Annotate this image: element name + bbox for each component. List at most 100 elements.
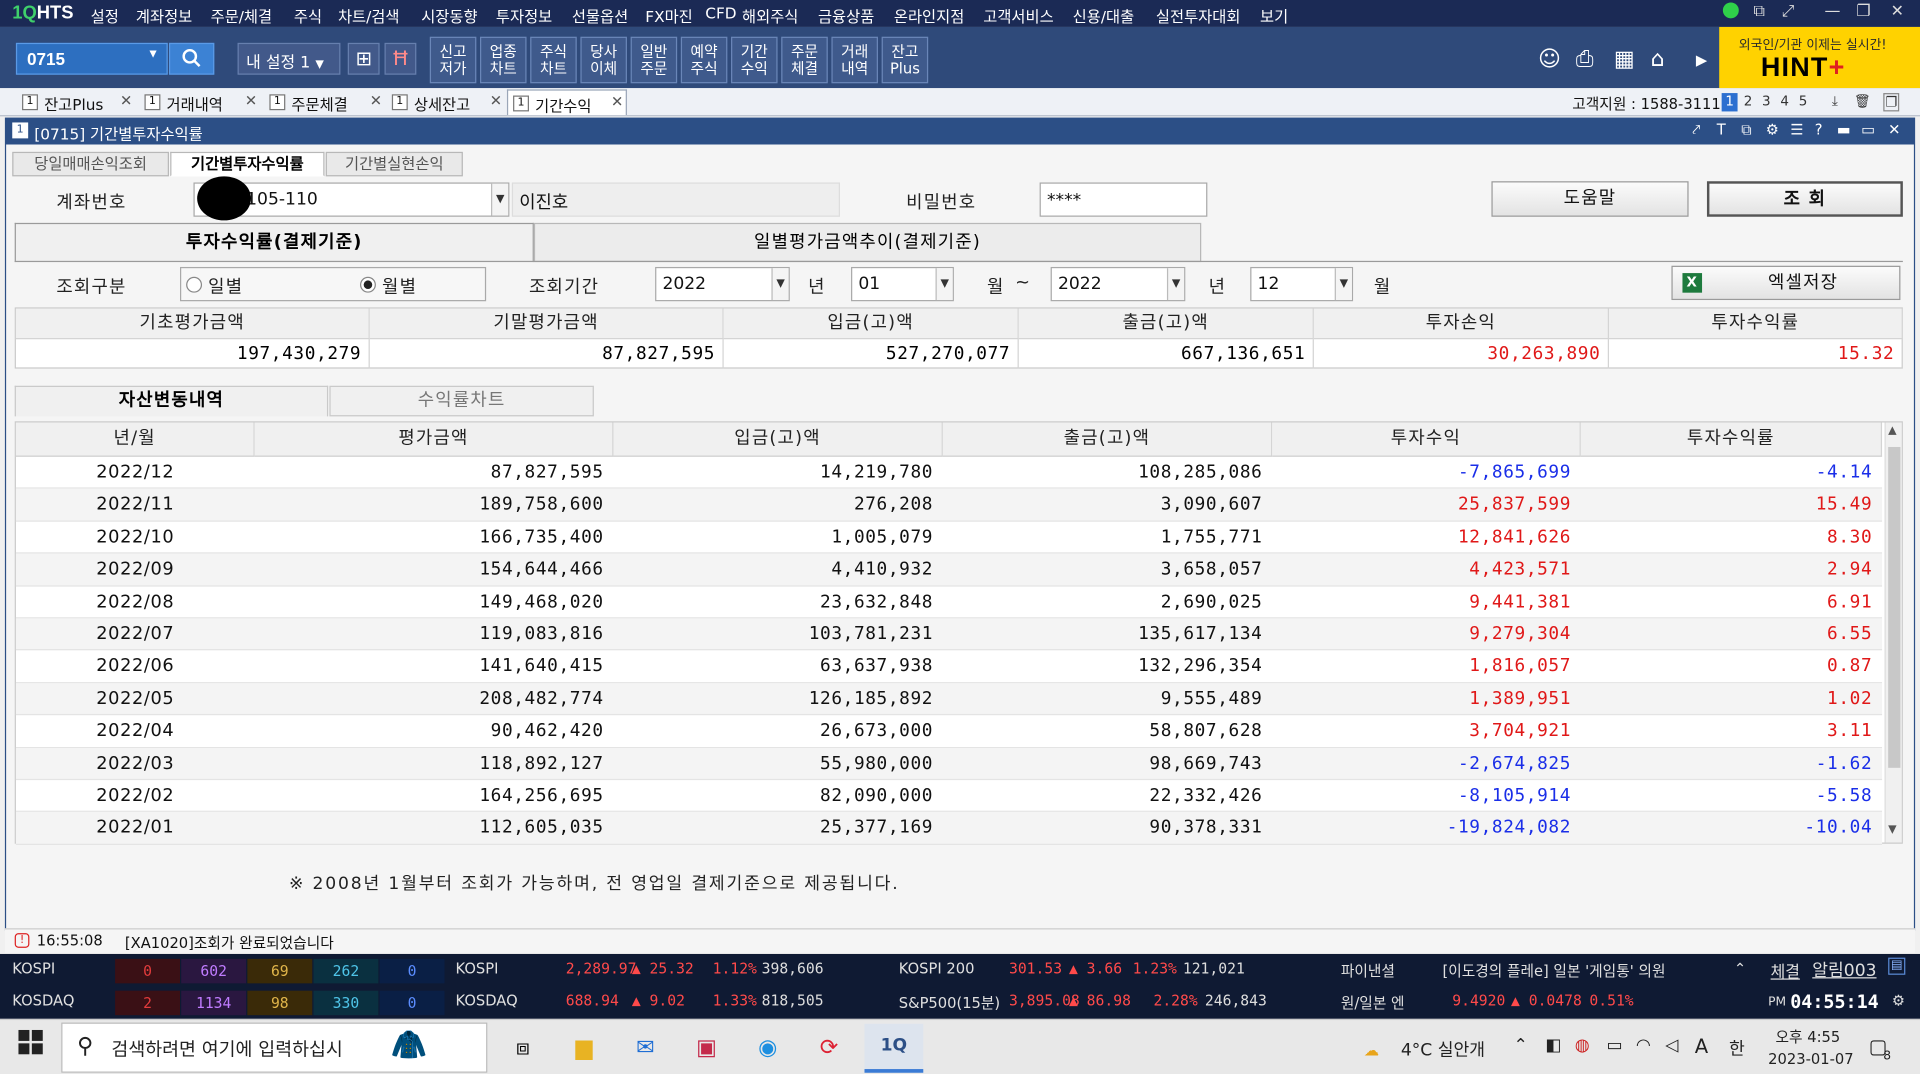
toolbar-shortcut-button[interactable]: 잔고 Plus: [881, 36, 929, 84]
trash-icon[interactable]: 🗑: [1854, 93, 1871, 111]
menu-item[interactable]: 차트/검색: [338, 4, 399, 27]
document-tab[interactable]: 1 기간수익 ✕: [506, 89, 627, 116]
wifi-icon[interactable]: ◠: [1636, 1036, 1651, 1056]
menu-item[interactable]: 온라인지점: [894, 4, 964, 27]
tab-period-return[interactable]: 기간별투자수익률: [170, 151, 325, 177]
restore-icon[interactable]: ⧉: [1753, 2, 1764, 20]
close-icon[interactable]: ✕: [1891, 2, 1904, 20]
table-row[interactable]: 2022/11 189,758,600 276,208 3,090,607 25,837…: [15, 489, 1883, 522]
from-year-select[interactable]: 2022 ▼: [655, 266, 790, 302]
menu-item[interactable]: CFD: [705, 4, 736, 22]
calculator-icon[interactable]: ▦: [1614, 47, 1635, 73]
table-row[interactable]: 2022/06 141,640,415 63,637,938 132,296,354 1…: [15, 651, 1883, 684]
workspace-page-2[interactable]: 2: [1740, 93, 1756, 111]
workspace-page-1[interactable]: 1: [1721, 93, 1738, 112]
table-row[interactable]: 2022/08 149,468,020 23,632,848 2,690,025 9,4…: [15, 586, 1883, 619]
workspace-page-5[interactable]: 5: [1795, 93, 1811, 111]
link-icon[interactable]: ⤤: [1692, 121, 1700, 139]
toolbar-shortcut-button[interactable]: 주식 차트: [530, 36, 577, 84]
tab-return-chart[interactable]: 수익률차트: [329, 385, 594, 417]
from-month-select[interactable]: 01 ▼: [851, 266, 954, 302]
menu-item[interactable]: 주문/체결: [211, 4, 272, 27]
news-headline[interactable]: [이도경의 플레e] 일본 '게임통' 의원: [1442, 960, 1665, 981]
hint-plus-banner[interactable]: 외국인/기관 이제는 실시간! HINT+: [1719, 26, 1920, 89]
character-icon[interactable]: ☺: [1538, 47, 1561, 73]
layout-icon[interactable]: Ħ: [384, 42, 417, 75]
window-maximize-icon[interactable]: ▭: [1861, 121, 1875, 138]
to-year-select[interactable]: 2022 ▼: [1050, 266, 1186, 302]
font-icon[interactable]: A: [1695, 1035, 1708, 1058]
app-red-icon[interactable]: ▣: [688, 1030, 725, 1067]
security-icon[interactable]: ◍: [1575, 1036, 1590, 1056]
mail-icon[interactable]: ✉: [627, 1030, 664, 1067]
menu-item[interactable]: 주식: [294, 4, 322, 27]
copy-icon[interactable]: ⧉: [1741, 121, 1752, 139]
home-icon[interactable]: ⌂: [1651, 47, 1665, 73]
document-tab[interactable]: 1 주문체결 ✕: [264, 89, 386, 115]
table-header[interactable]: 투자수익: [1272, 422, 1581, 457]
task-view-icon[interactable]: ⧈: [504, 1030, 541, 1067]
table-row[interactable]: 2022/05 208,482,774 126,185,892 9,555,489 1,…: [15, 683, 1883, 716]
file-explorer-icon[interactable]: ▆: [566, 1030, 603, 1067]
menu-item[interactable]: 선물옵션: [572, 4, 628, 27]
toolbar-shortcut-button[interactable]: 주문 체결: [781, 36, 828, 84]
close-tab-icon[interactable]: ✕: [490, 92, 502, 109]
screen-number-select[interactable]: 0715 ▼: [15, 42, 168, 75]
expand-icon[interactable]: ⤢: [1782, 2, 1795, 20]
text-icon[interactable]: T: [1717, 121, 1726, 138]
edge-browser-icon[interactable]: ◉: [749, 1030, 786, 1067]
close-tab-icon[interactable]: ✕: [120, 92, 132, 109]
table-header[interactable]: 투자수익률: [1580, 422, 1883, 457]
print-icon[interactable]: ⎙: [1576, 47, 1594, 73]
toolbar-shortcut-button[interactable]: 예약 주식: [680, 36, 728, 84]
radio-monthly[interactable]: [360, 276, 376, 293]
toolbar-shortcut-button[interactable]: 기간 수익: [731, 36, 778, 84]
to-month-select[interactable]: 12 ▼: [1250, 266, 1354, 302]
menu-item[interactable]: 신용/대출: [1073, 4, 1134, 27]
menu-item[interactable]: 계좌정보: [136, 4, 192, 27]
tab-period-realized-pl[interactable]: 기간별실현손익: [325, 151, 463, 177]
menu-item[interactable]: FX마진: [645, 4, 692, 27]
account-number-select[interactable]: 105-110 ▼: [193, 176, 510, 221]
close-tab-icon[interactable]: ✕: [611, 93, 623, 110]
network-icon[interactable]: ◧: [1545, 1036, 1561, 1056]
password-field[interactable]: ****: [1039, 182, 1208, 217]
workspace-page-3[interactable]: 3: [1758, 93, 1774, 111]
toolbar-shortcut-button[interactable]: 일반 주문: [630, 36, 678, 84]
add-window-icon[interactable]: ⊞: [347, 42, 380, 75]
scroll-up-icon[interactable]: ▲: [1888, 425, 1896, 437]
sync-app-icon[interactable]: ⟳: [811, 1030, 848, 1067]
scroll-thumb[interactable]: [1888, 446, 1901, 768]
help-button[interactable]: 도움말: [1491, 181, 1689, 217]
menu-item[interactable]: 해외주식: [742, 4, 798, 27]
table-row[interactable]: 2022/01 112,605,035 25,377,169 90,378,331 -1…: [15, 812, 1883, 845]
toolbar-shortcut-button[interactable]: 당사 이체: [580, 36, 627, 84]
workspace-page-4[interactable]: 4: [1777, 93, 1793, 111]
toolbar-shortcut-button[interactable]: 거래 내역: [831, 36, 878, 84]
tab-investment-return[interactable]: 투자수익률(결제기준): [14, 222, 534, 263]
table-header[interactable]: 입금(고)액: [613, 422, 943, 457]
ime-indicator[interactable]: 한: [1729, 1036, 1745, 1060]
gear-icon[interactable]: ⚙: [1892, 992, 1905, 1009]
restore-panel-icon[interactable]: ❐: [1883, 93, 1900, 112]
tab-daily-trading-pl[interactable]: 당일매매손익조회: [12, 151, 169, 177]
chevron-right-icon[interactable]: ▶: [1696, 51, 1707, 68]
trade-alert-button[interactable]: 체결: [1771, 959, 1800, 982]
volume-icon[interactable]: ◁: [1665, 1036, 1678, 1056]
close-tab-icon[interactable]: ✕: [245, 92, 257, 109]
windows-start-icon[interactable]: [12, 1029, 49, 1067]
query-button[interactable]: 조 회: [1706, 181, 1903, 217]
table-header[interactable]: 출금(고)액: [942, 422, 1273, 457]
ticker-panel-icon[interactable]: ▤: [1888, 957, 1906, 975]
excel-save-button[interactable]: X 엑셀저장: [1671, 265, 1901, 301]
download-icon[interactable]: ⤓: [1827, 93, 1843, 111]
close-tab-icon[interactable]: ✕: [370, 92, 382, 109]
window-minimize-icon[interactable]: ▬: [1837, 121, 1851, 138]
battery-icon[interactable]: ▭: [1607, 1036, 1623, 1056]
search-button[interactable]: [168, 42, 215, 75]
document-tab[interactable]: 1 상세잔고 ✕: [387, 89, 507, 115]
chevron-up-icon[interactable]: ⌃: [1734, 960, 1746, 977]
notification-button[interactable]: 알림003: [1812, 958, 1876, 982]
table-row[interactable]: 2022/07 119,083,816 103,781,231 135,617,134…: [15, 618, 1883, 651]
menu-item[interactable]: 실전투자대회: [1156, 4, 1241, 27]
